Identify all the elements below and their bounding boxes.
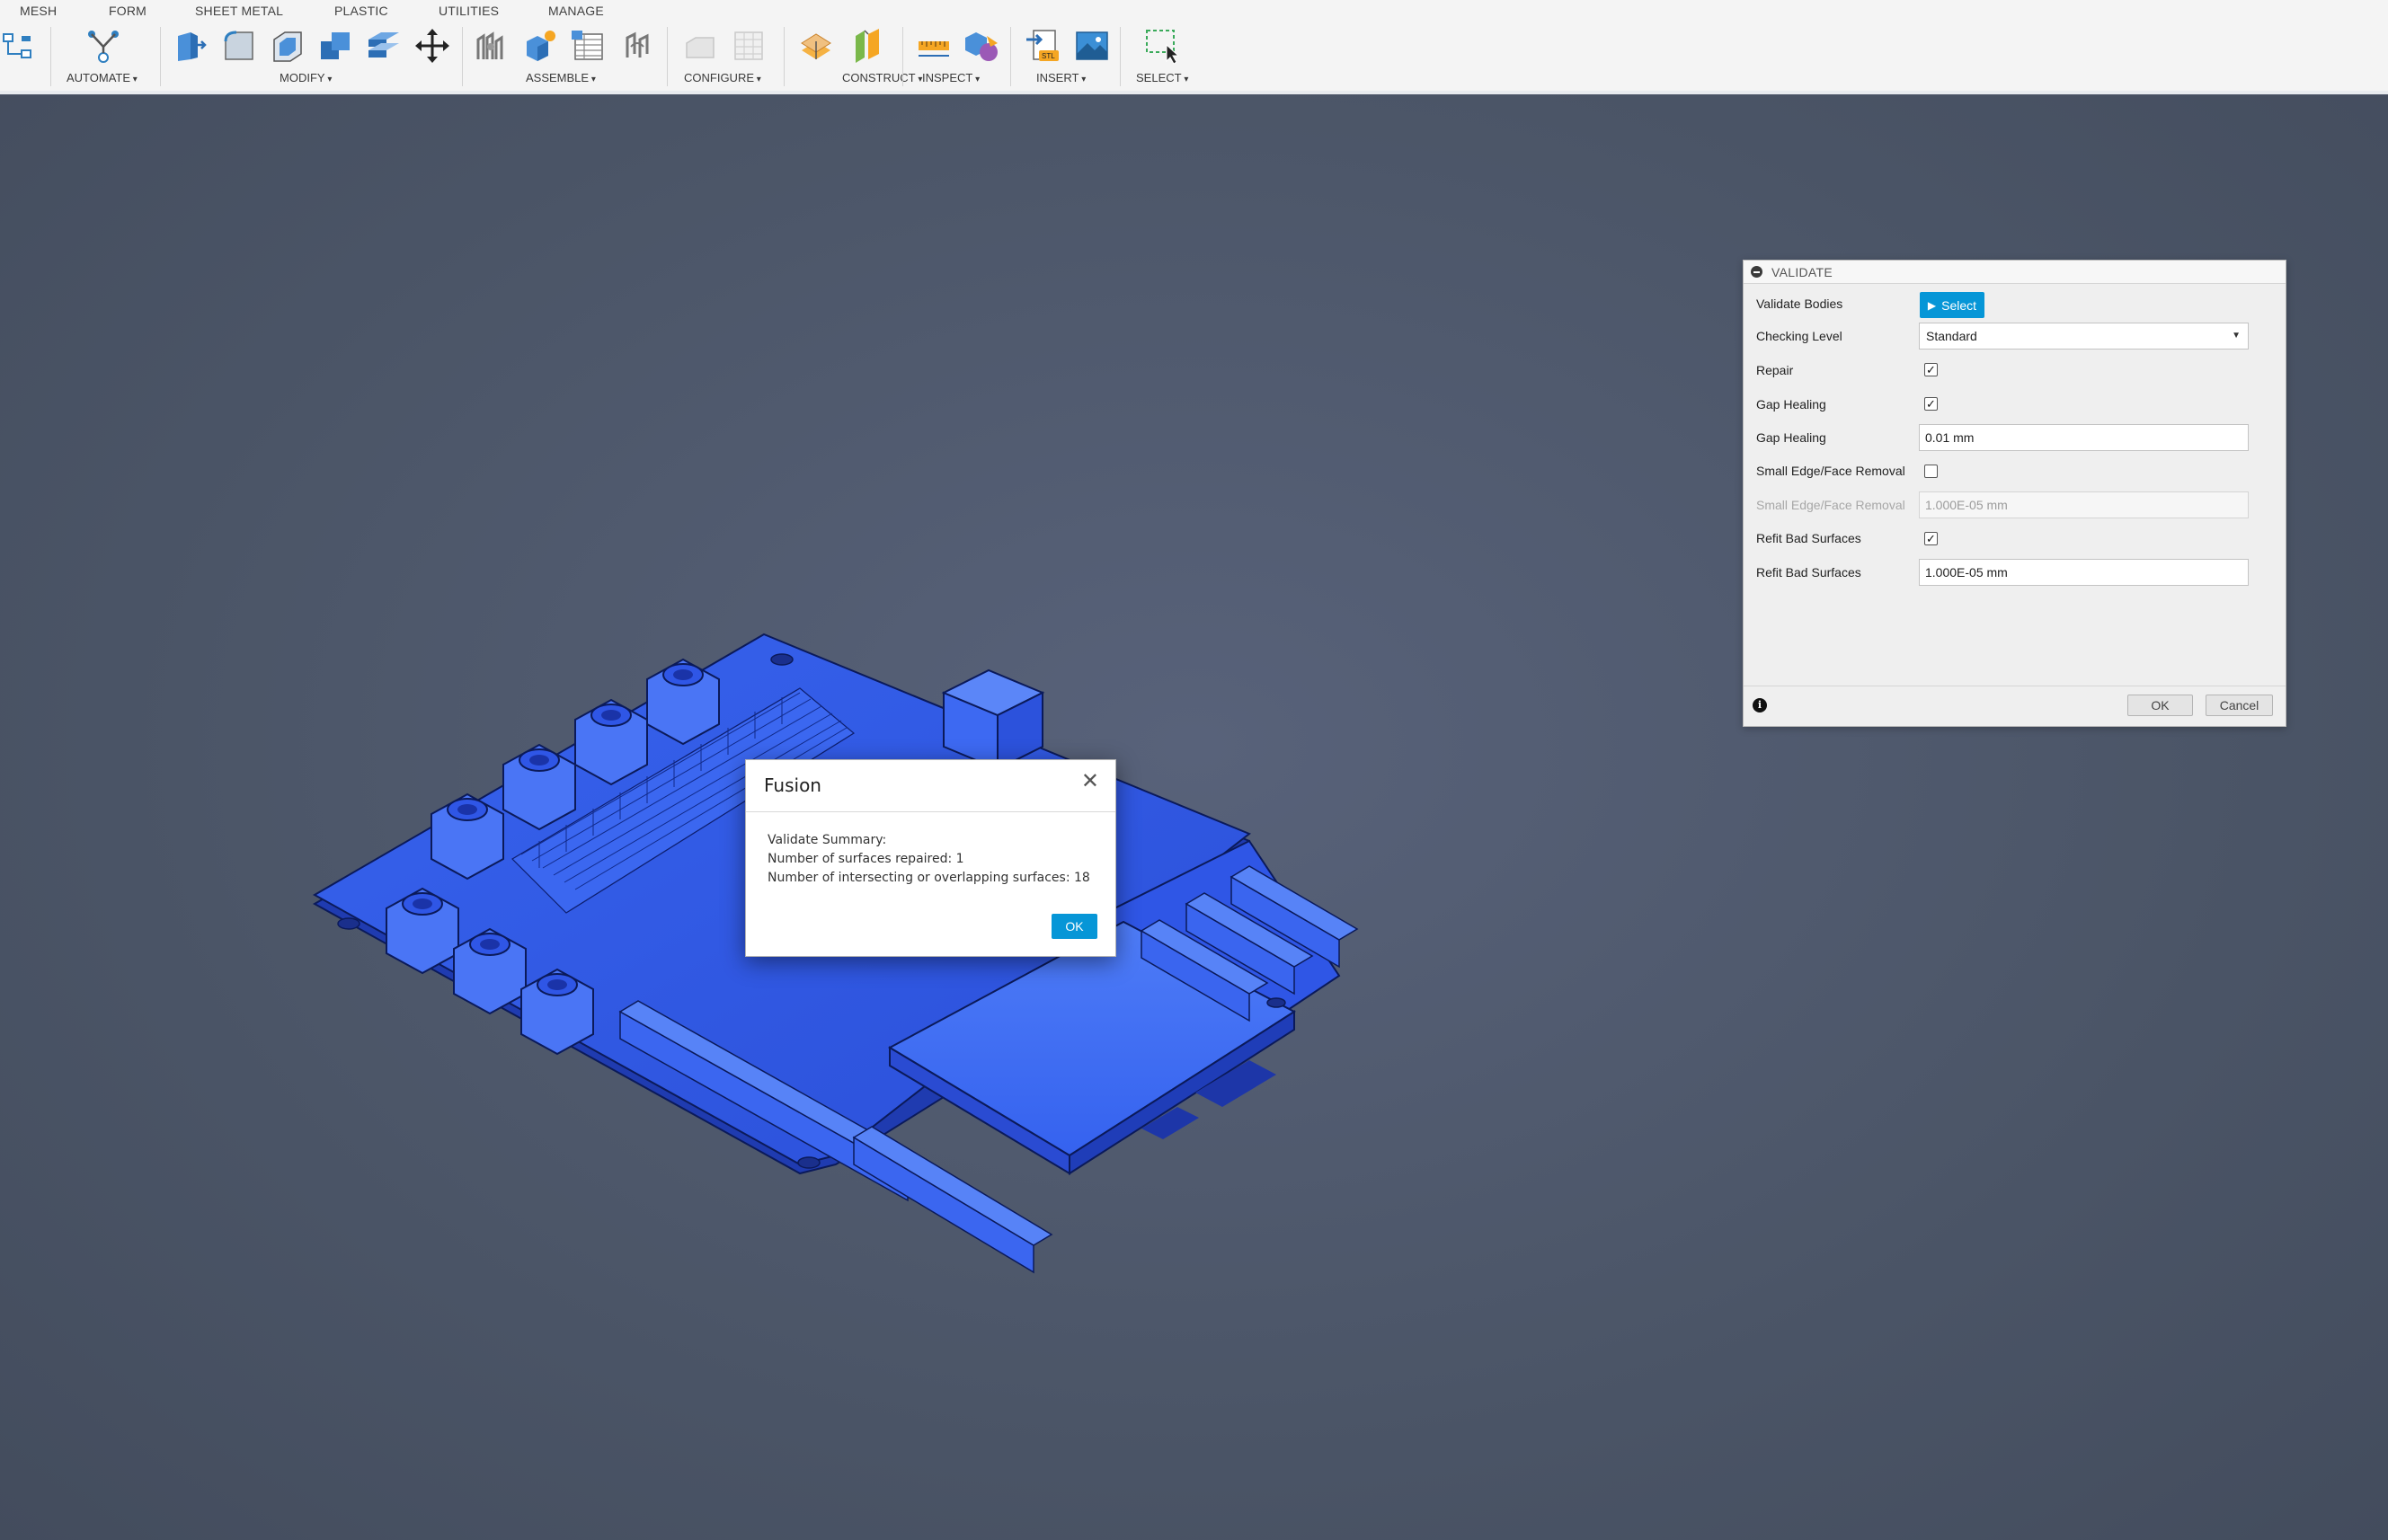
info-icon[interactable]: i: [1753, 698, 1767, 712]
validate-bodies-label: Validate Bodies: [1756, 296, 1843, 311]
checking-level-dropdown[interactable]: Standard ▼: [1919, 323, 2249, 350]
tab-utilities[interactable]: UTILITIES: [439, 4, 499, 18]
inspect-menu[interactable]: INSPECT: [922, 71, 980, 84]
pcb-model[interactable]: [297, 544, 1681, 1443]
summary-repaired: Number of surfaces repaired: 1: [768, 852, 964, 866]
motion-link-icon[interactable]: [618, 27, 656, 65]
new-component-icon[interactable]: [521, 27, 559, 65]
dialog-title: Fusion: [764, 774, 821, 796]
panel-ok-button[interactable]: OK: [2127, 695, 2193, 716]
close-icon[interactable]: ✕: [1081, 771, 1099, 792]
small-edge-value-label: Small Edge/Face Removal: [1756, 498, 1905, 512]
svg-text:STL: STL: [1042, 52, 1055, 60]
automate-icon[interactable]: [84, 27, 122, 65]
summary-intersecting: Number of intersecting or overlapping su…: [768, 871, 1090, 885]
collapse-icon[interactable]: [1751, 266, 1762, 278]
summary-heading: Validate Summary:: [768, 833, 887, 847]
gap-healing-label: Gap Healing: [1756, 397, 1826, 412]
canvas-image-icon[interactable]: [1073, 27, 1111, 65]
gap-healing-value-label: Gap Healing: [1756, 430, 1826, 445]
offset-face-icon[interactable]: [365, 27, 403, 65]
validate-summary-dialog: Fusion ✕ Validate Summary: Number of sur…: [745, 759, 1116, 957]
tab-plastic[interactable]: PLASTIC: [334, 4, 388, 18]
validate-panel-header[interactable]: VALIDATE: [1744, 261, 2286, 284]
construct-menu[interactable]: CONSTRUCT: [842, 71, 922, 84]
validate-panel-title: VALIDATE: [1771, 264, 1833, 279]
chevron-down-icon: ▼: [2232, 331, 2241, 341]
toolbar: MESH FORM SHEET METAL PLASTIC UTILITIES …: [0, 0, 2388, 94]
select-bodies-label: Select: [1941, 297, 1977, 313]
component-tree-icon[interactable]: [0, 27, 36, 65]
small-edge-label: Small Edge/Face Removal: [1756, 464, 1905, 478]
gap-healing-checkbox[interactable]: ✓: [1924, 397, 1938, 411]
repair-checkbox[interactable]: ✓: [1924, 363, 1938, 376]
modify-menu[interactable]: MODIFY: [280, 71, 332, 84]
tab-manage[interactable]: MANAGE: [548, 4, 604, 18]
cursor-arrow-icon: ▶: [1927, 298, 1937, 312]
insert-menu[interactable]: INSERT: [1036, 71, 1086, 84]
window-select-icon[interactable]: [1143, 27, 1181, 65]
select-menu[interactable]: SELECT: [1136, 71, 1188, 84]
tab-form[interactable]: FORM: [109, 4, 146, 18]
move-icon[interactable]: [413, 27, 451, 65]
small-edge-checkbox[interactable]: [1924, 465, 1938, 478]
fillet-icon[interactable]: [220, 27, 258, 65]
refit-label: Refit Bad Surfaces: [1756, 531, 1861, 545]
small-edge-input: 1.000E-05 mm: [1919, 491, 2249, 518]
configure-icon[interactable]: [681, 27, 719, 65]
checking-level-label: Checking Level: [1756, 329, 1842, 343]
configure-menu[interactable]: CONFIGURE: [684, 71, 761, 84]
dialog-ok-button[interactable]: OK: [1052, 914, 1097, 939]
joint-icon[interactable]: [473, 27, 510, 65]
gap-healing-input[interactable]: 0.01 mm: [1919, 424, 2249, 451]
select-bodies-button[interactable]: ▶ Select: [1920, 292, 1984, 318]
measure-icon[interactable]: [915, 27, 953, 65]
refit-input[interactable]: 1.000E-05 mm: [1919, 559, 2249, 586]
checking-level-value: Standard: [1926, 329, 1977, 343]
dialog-divider: [746, 811, 1115, 812]
assemble-menu[interactable]: ASSEMBLE: [526, 71, 596, 84]
shell-icon[interactable]: [269, 27, 306, 65]
offset-plane-icon[interactable]: [798, 27, 836, 65]
tab-mesh[interactable]: MESH: [20, 4, 57, 18]
insert-mesh-icon[interactable]: STL: [1025, 27, 1062, 65]
refit-checkbox[interactable]: ✓: [1924, 532, 1938, 545]
configuration-table-icon[interactable]: [730, 27, 768, 65]
combine-icon[interactable]: [317, 27, 355, 65]
automate-menu[interactable]: AUTOMATE: [67, 71, 138, 84]
plane-at-angle-icon[interactable]: [848, 27, 886, 65]
interference-icon[interactable]: [963, 27, 1001, 65]
press-pull-icon[interactable]: [171, 27, 209, 65]
bill-of-materials-icon[interactable]: [570, 27, 608, 65]
panel-cancel-button[interactable]: Cancel: [2206, 695, 2273, 716]
repair-label: Repair: [1756, 363, 1794, 377]
tab-sheet-metal[interactable]: SHEET METAL: [195, 4, 283, 18]
validate-panel-footer: [1744, 686, 2286, 726]
refit-value-label: Refit Bad Surfaces: [1756, 565, 1861, 580]
